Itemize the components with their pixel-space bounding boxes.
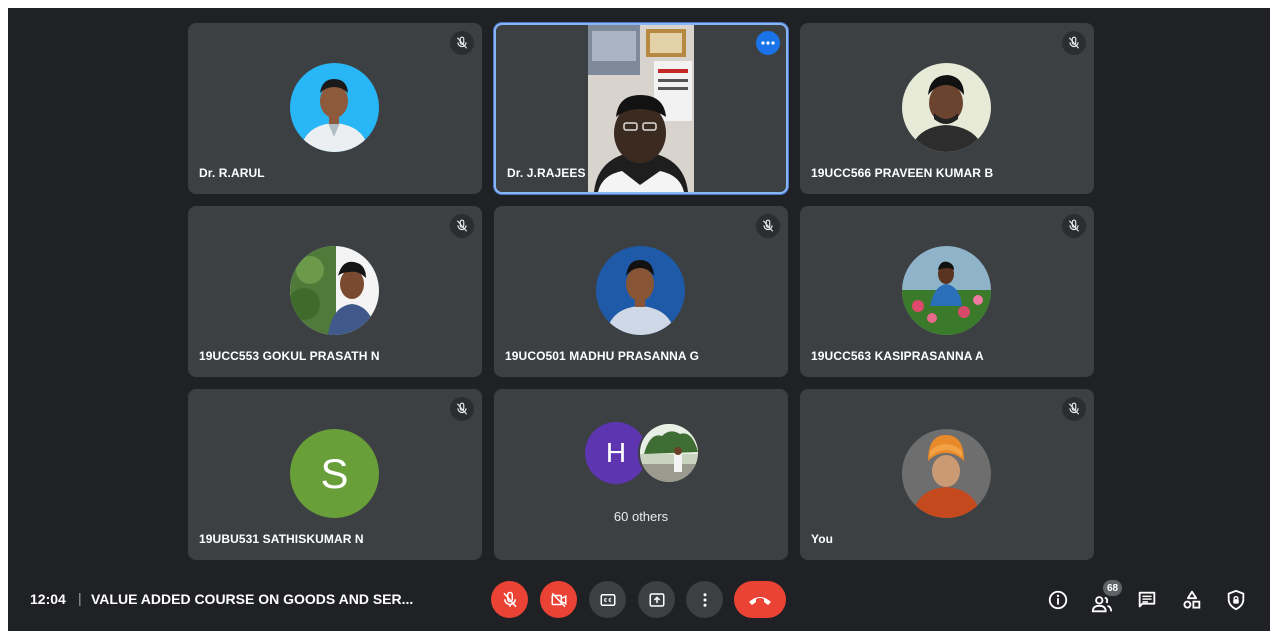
avatar: [290, 246, 379, 335]
mic-muted-icon: [756, 214, 780, 238]
avatar-initial: S: [320, 449, 349, 497]
participant-video: [588, 25, 694, 192]
more-options-icon: [703, 592, 706, 607]
camera-toggle-button[interactable]: [540, 581, 577, 618]
present-icon: [649, 592, 664, 607]
host-controls-icon[interactable]: [1224, 588, 1248, 612]
participant-tile[interactable]: Dr. R.ARUL: [188, 23, 482, 194]
chat-icon[interactable]: [1135, 588, 1159, 612]
leave-call-button[interactable]: [734, 581, 786, 618]
people-icon[interactable]: [1090, 592, 1114, 616]
bottom-bar: 12:04 | VALUE ADDED COURSE ON GOODS AND …: [8, 578, 1270, 631]
others-avatars: H: [585, 422, 701, 485]
participant-name: Dr. R.ARUL: [199, 166, 265, 180]
captions-button[interactable]: [589, 581, 626, 618]
others-count: 60 others: [613, 509, 669, 524]
separator: |: [78, 590, 82, 606]
mic-muted-icon: [1062, 31, 1086, 55]
mic-toggle-button[interactable]: [491, 581, 528, 618]
avatar: [596, 246, 685, 335]
others-tile[interactable]: H 60 others: [494, 389, 788, 560]
mic-muted-icon: [450, 214, 474, 238]
avatar: [902, 429, 991, 518]
avatar: [290, 63, 379, 152]
participant-tile[interactable]: 19UCC566 PRAVEEN KUMAR B: [800, 23, 1094, 194]
mic-muted-icon: [450, 31, 474, 55]
meeting-title[interactable]: VALUE ADDED COURSE ON GOODS AND SER...: [91, 591, 413, 607]
participant-tile[interactable]: 19UCC553 GOKUL PRASATH N: [188, 206, 482, 377]
avatar-letter: S: [290, 429, 379, 518]
present-button[interactable]: [638, 581, 675, 618]
participant-tile[interactable]: 19UCO501 MADHU PRASANNA G: [494, 206, 788, 377]
mic-off-icon: [502, 591, 517, 607]
more-options-icon[interactable]: [756, 31, 780, 55]
mic-muted-icon: [1062, 214, 1086, 238]
participant-name: 19UCC566 PRAVEEN KUMAR B: [811, 166, 994, 180]
participant-name: 19UCC553 GOKUL PRASATH N: [199, 349, 380, 363]
activities-icon[interactable]: [1180, 588, 1204, 612]
participant-name: 19UCC563 KASIPRASANNA A: [811, 349, 984, 363]
mic-muted-icon: [1062, 397, 1086, 421]
mic-muted-icon: [450, 397, 474, 421]
participant-tile-active-speaker[interactable]: Dr. J.RAJEES: [494, 23, 788, 194]
captions-icon: [600, 593, 615, 606]
camera-off-icon: [551, 592, 566, 607]
participant-name: You: [811, 532, 834, 546]
participant-name: Dr. J.RAJEES: [507, 166, 586, 180]
meeting-window: Dr. R.ARUL Dr. J.RAJEES 19UCC566 PRAVEEN…: [8, 8, 1270, 631]
avatar-initial: H: [605, 437, 627, 468]
avatar: [638, 422, 700, 484]
participant-name: 19UCO501 MADHU PRASANNA G: [505, 349, 700, 363]
participant-name: 19UBU531 SATHISKUMAR N: [199, 532, 364, 546]
participant-tile-self[interactable]: You: [800, 389, 1094, 560]
more-options-button[interactable]: [686, 581, 723, 618]
participant-tile[interactable]: S 19UBU531 SATHISKUMAR N: [188, 389, 482, 560]
hang-up-icon: [749, 596, 771, 605]
avatar: [902, 63, 991, 152]
avatar: [902, 246, 991, 335]
meeting-time: 12:04: [30, 591, 66, 607]
info-icon[interactable]: [1046, 588, 1070, 612]
participant-tile[interactable]: 19UCC563 KASIPRASANNA A: [800, 206, 1094, 377]
